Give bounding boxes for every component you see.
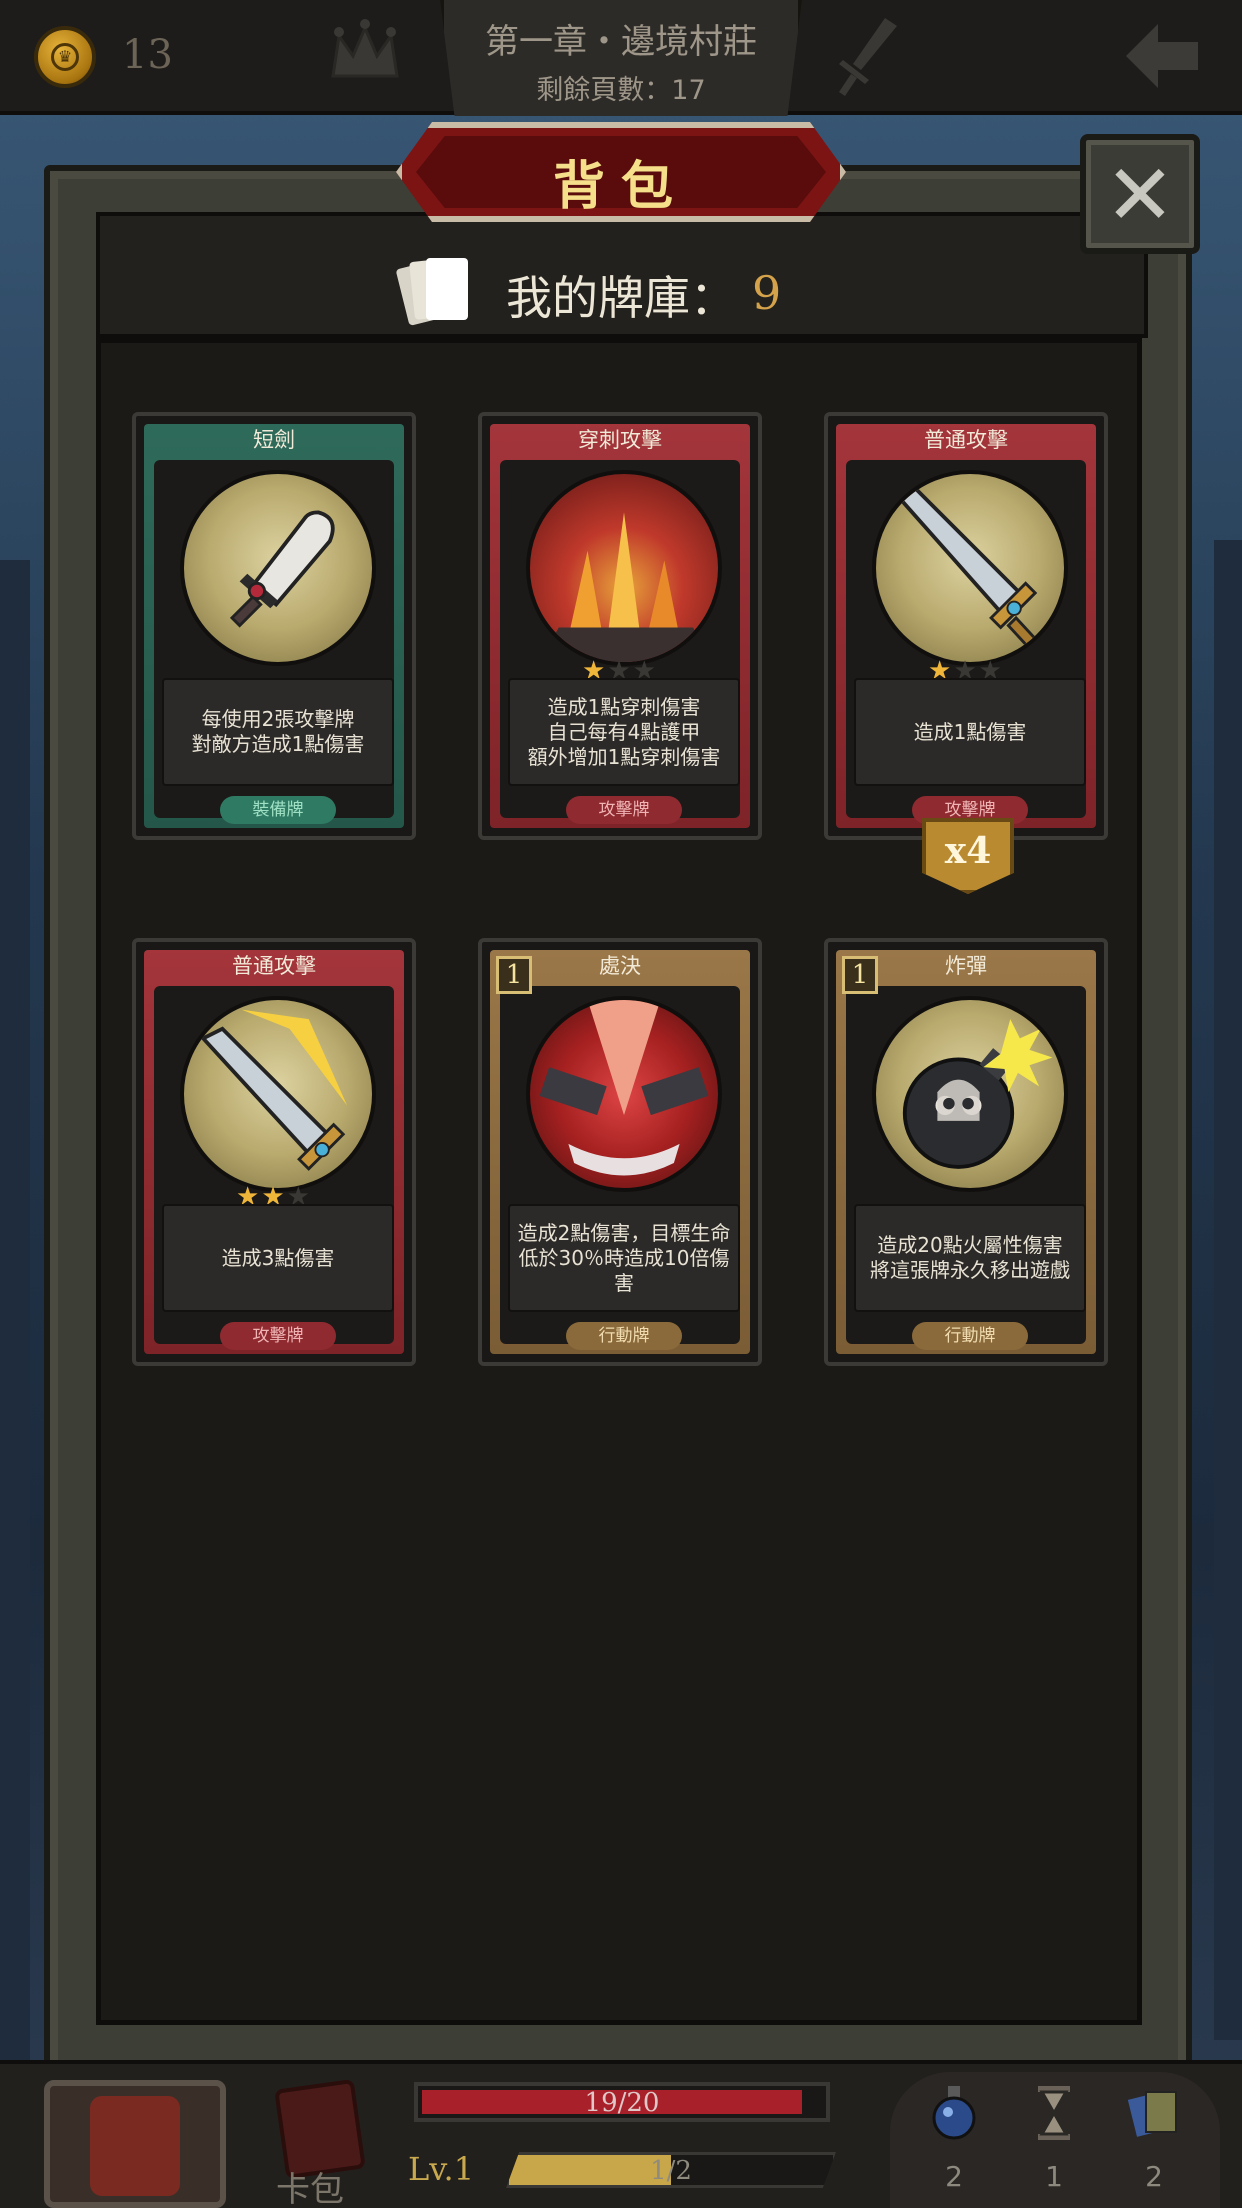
card-name: 炸彈 bbox=[945, 954, 987, 978]
background-wall-left bbox=[0, 560, 30, 2060]
chapter-plate: 第一章・邊境村莊 剩餘頁數：17 bbox=[440, 0, 802, 116]
inventory-item-hourglass[interactable]: 1 bbox=[1014, 2084, 1094, 2208]
card-description: 造成2點傷害，目標生命 低於30％時造成10倍傷害 bbox=[508, 1204, 740, 1312]
hourglass-icon bbox=[1038, 2086, 1070, 2140]
card-type-badge: 裝備牌 bbox=[220, 796, 336, 824]
coin-icon: ♛ bbox=[34, 26, 96, 88]
inventory-count: 2 bbox=[945, 2160, 963, 2193]
sword-icon bbox=[872, 470, 1068, 666]
card-name: 處決 bbox=[599, 954, 641, 978]
hero-portrait[interactable] bbox=[44, 2080, 226, 2208]
level-label: Lv.1 bbox=[408, 2150, 475, 2188]
card-name: 普通攻擊 bbox=[924, 428, 1008, 452]
card-description: 造成3點傷害 bbox=[162, 1204, 394, 1312]
card-description: 每使用2張攻擊牌 對敵方造成1點傷害 bbox=[162, 678, 394, 786]
card-type-badge: 行動牌 bbox=[566, 1322, 682, 1350]
deck-count: 9 bbox=[752, 266, 782, 320]
inventory-tray: 2 1 2 bbox=[890, 2072, 1220, 2208]
crown-icon[interactable] bbox=[325, 14, 405, 94]
top-bar: ♛ 13 第一章・邊境村莊 剩餘頁數：17 bbox=[0, 0, 1242, 116]
card-pierce-attack[interactable]: 穿刺攻擊 ★★★ 造成1點穿刺傷害 自己每有4點護甲 額外增加1點穿刺傷害 攻擊… bbox=[478, 412, 762, 840]
cards-stack-icon bbox=[1128, 2091, 1177, 2137]
xp-bar: 1/2 bbox=[506, 2152, 836, 2188]
panel-title: 背包 bbox=[552, 157, 689, 217]
inventory-item-cards[interactable]: 2 bbox=[1114, 2084, 1194, 2208]
card-type-badge: 攻擊牌 bbox=[566, 796, 682, 824]
card-execute[interactable]: 1 處決 造成2點傷害，目標生命 低於30％時造成10倍傷害 行動牌 bbox=[478, 938, 762, 1366]
card-count: x4 bbox=[944, 830, 992, 872]
card-name: 普通攻擊 bbox=[232, 954, 316, 978]
close-button[interactable]: ✕ bbox=[1080, 134, 1200, 254]
dagger-icon bbox=[180, 470, 376, 666]
card-type-badge: 行動牌 bbox=[912, 1322, 1028, 1350]
title-banner: 背包 bbox=[396, 122, 846, 222]
hp-text: 19/20 bbox=[584, 2088, 660, 2118]
potion-icon bbox=[932, 2086, 976, 2140]
sword-icon[interactable] bbox=[825, 12, 905, 102]
background-wall-right bbox=[1214, 540, 1242, 2040]
cardpack-button[interactable]: 卡包 bbox=[262, 2078, 382, 2208]
inventory-count: 2 bbox=[1145, 2160, 1163, 2193]
card-type-badge: 攻擊牌 bbox=[220, 1322, 336, 1350]
card-name: 穿刺攻擊 bbox=[578, 428, 662, 452]
spikes-icon bbox=[526, 470, 722, 666]
card-name: 短劍 bbox=[253, 428, 295, 452]
flaming-sword-icon bbox=[180, 996, 376, 1192]
bomb-icon bbox=[872, 996, 1068, 1192]
card-description: 造成1點傷害 bbox=[854, 678, 1086, 786]
hp-bar: 19/20 bbox=[414, 2082, 830, 2122]
inventory-count: 1 bbox=[1045, 2160, 1063, 2193]
cardpack-label: 卡包 bbox=[276, 2170, 344, 2208]
card-bomb[interactable]: 1 炸彈 造成20點火屬性傷害 將這張牌永久移出遊戲 行動牌 bbox=[824, 938, 1108, 1366]
execute-icon bbox=[526, 996, 722, 1192]
card-normal-attack-upgraded[interactable]: 普通攻擊 ★★★ 造成3點傷害 攻擊牌 bbox=[132, 938, 416, 1366]
card-description: 造成20點火屬性傷害 將這張牌永久移出遊戲 bbox=[854, 1204, 1086, 1312]
deck-label: 我的牌庫： bbox=[506, 271, 736, 325]
card-dagger[interactable]: 短劍 每使用2張攻擊牌 對敵方造成1點傷害 裝備牌 bbox=[132, 412, 416, 840]
inventory-item-potion[interactable]: 2 bbox=[914, 2084, 994, 2208]
cards-icon bbox=[396, 258, 468, 326]
chapter-title: 第一章・邊境村莊 bbox=[485, 22, 757, 62]
back-arrow-icon[interactable] bbox=[1122, 16, 1202, 96]
pages-left: 剩餘頁數：17 bbox=[536, 75, 706, 106]
card-description: 造成1點穿刺傷害 自己每有4點護甲 額外增加1點穿刺傷害 bbox=[508, 678, 740, 786]
coin-count: 13 bbox=[122, 32, 173, 78]
close-icon: ✕ bbox=[1104, 146, 1176, 244]
xp-text: 1/2 bbox=[650, 2156, 692, 2186]
card-normal-attack[interactable]: 普通攻擊 ★★★ 造成1點傷害 攻擊牌 bbox=[824, 412, 1108, 840]
